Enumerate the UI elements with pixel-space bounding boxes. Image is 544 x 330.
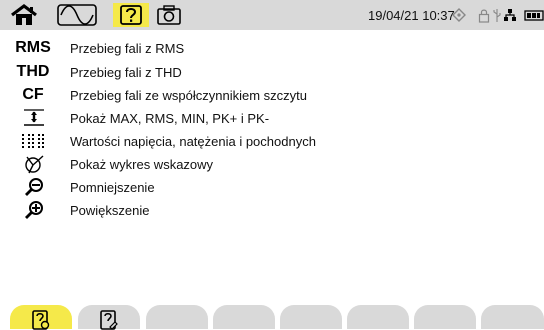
tab-empty-5[interactable]: [280, 305, 342, 329]
tab-help-page-2[interactable]: [78, 305, 140, 330]
tab-empty-3[interactable]: [146, 305, 208, 329]
help-item-thd: THD Przebieg fali z THD: [0, 61, 544, 83]
zoom-out-icon: [22, 177, 46, 197]
max-min-icon: [22, 108, 46, 128]
thd-abbr: THD: [16, 63, 50, 80]
tab-empty-7[interactable]: [414, 305, 476, 329]
help-item-label: Wartości napięcia, natężenia i pochodnyc…: [70, 133, 316, 149]
lock-icon: [478, 7, 490, 23]
zoom-in-icon: [22, 200, 46, 220]
tab-empty-8[interactable]: [481, 305, 544, 329]
top-bar: 19/04/21 10:37: [0, 0, 544, 30]
help-item-label: Pokaż MAX, RMS, MIN, PK+ i PK-: [70, 110, 270, 126]
help-page-icon: [32, 310, 50, 330]
tab-empty-4[interactable]: [213, 305, 275, 329]
help-item-label: Przebieg fali ze współczynnikiem szczytu: [70, 87, 307, 103]
help-item-zoom-out: Pomniejszenie: [0, 176, 544, 198]
help-item-label: Pokaż wykres wskazowy: [70, 156, 214, 172]
home-icon[interactable]: [4, 3, 44, 27]
help-page-2-icon: [100, 310, 118, 330]
help-item-label: Pomniejszenie: [70, 179, 155, 195]
help-icon[interactable]: [113, 3, 149, 27]
help-item-label: Powiększenie: [70, 202, 150, 218]
bottom-tab-bar: [0, 305, 544, 330]
help-item-cf: CF Przebieg fali ze współczynnikiem szcz…: [0, 84, 544, 106]
help-item-label: Przebieg fali z THD: [70, 64, 182, 80]
help-item-rms: RMS Przebieg fali z RMS: [0, 37, 544, 59]
battery-icon: [524, 9, 544, 21]
phasor-icon: [22, 154, 46, 174]
camera-icon[interactable]: [154, 4, 184, 26]
grid-values-icon: [22, 131, 46, 151]
datetime: 19/04/21 10:37: [368, 8, 455, 23]
help-item-label: Przebieg fali z RMS: [70, 40, 185, 56]
cf-abbr: CF: [22, 86, 44, 103]
usb-icon: [491, 7, 502, 23]
help-item-values: Wartości napięcia, natężenia i pochodnyc…: [0, 130, 544, 152]
rms-abbr: RMS: [15, 39, 51, 56]
tab-help-page-1[interactable]: [10, 305, 72, 330]
waveform-icon[interactable]: [56, 4, 98, 26]
signal-icon: [452, 8, 466, 22]
help-item-zoom-in: Powiększenie: [0, 199, 544, 221]
help-item-max-min: Pokaż MAX, RMS, MIN, PK+ i PK-: [0, 107, 544, 129]
tab-empty-6[interactable]: [347, 305, 409, 329]
network-icon: [503, 7, 517, 23]
help-item-phasor: Pokaż wykres wskazowy: [0, 153, 544, 175]
